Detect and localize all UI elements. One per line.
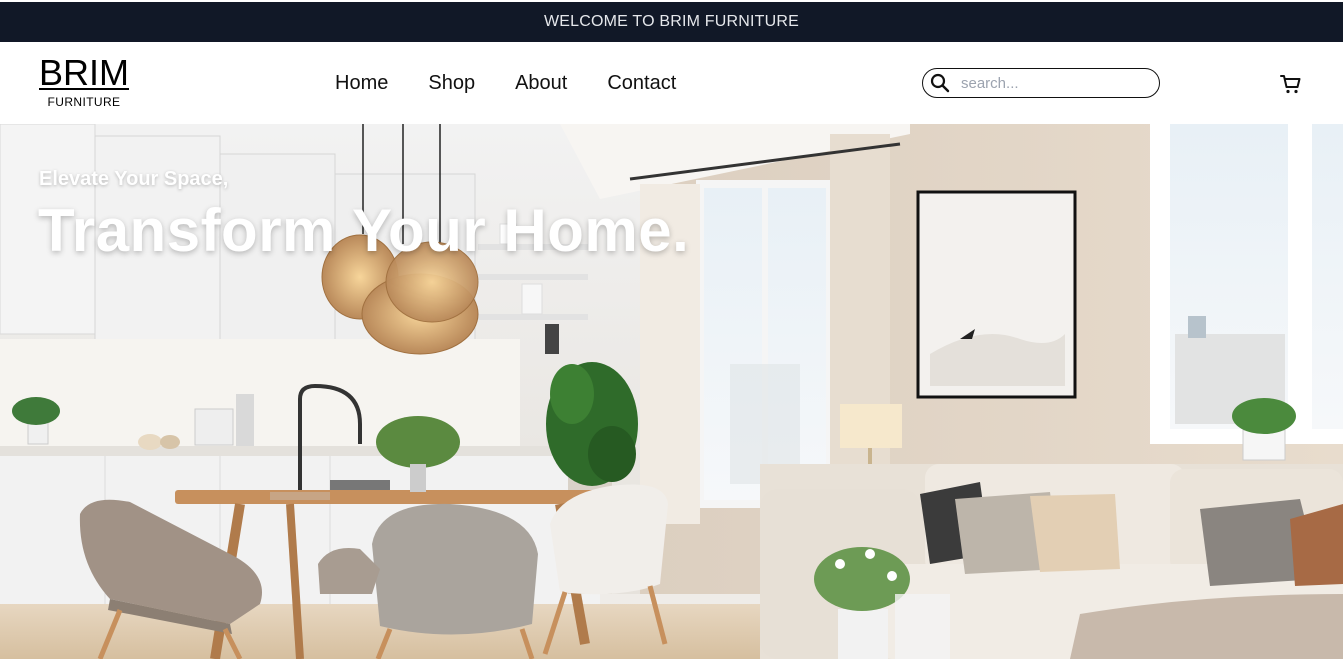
nav-item-home[interactable]: Home <box>335 71 388 95</box>
announcement-text: WELCOME TO BRIM FURNITURE <box>543 13 800 30</box>
hero-banner: Elevate Your Space, Transform Your Home. <box>0 124 1343 659</box>
nav-item-shop[interactable]: Shop <box>428 71 475 95</box>
search-icon[interactable] <box>929 72 951 94</box>
hero-subtitle: Elevate Your Space, <box>39 168 229 190</box>
site-header: BRIM FURNITURE Home Shop About Contact <box>0 42 1343 124</box>
nav-item-about[interactable]: About <box>515 71 567 95</box>
nav-item-contact[interactable]: Contact <box>607 71 676 95</box>
search-box <box>922 68 1160 98</box>
announcement-bar: WELCOME TO BRIM FURNITURE <box>0 2 1343 42</box>
hero-title: Transform Your Home. <box>38 197 690 264</box>
cart-icon[interactable] <box>1279 72 1303 96</box>
brand-logo[interactable]: BRIM FURNITURE <box>39 52 129 110</box>
brand-tagline: FURNITURE <box>47 95 121 109</box>
search-input[interactable] <box>961 74 1151 92</box>
brand-name: BRIM <box>39 52 129 93</box>
main-nav: Home Shop About Contact <box>335 71 676 95</box>
